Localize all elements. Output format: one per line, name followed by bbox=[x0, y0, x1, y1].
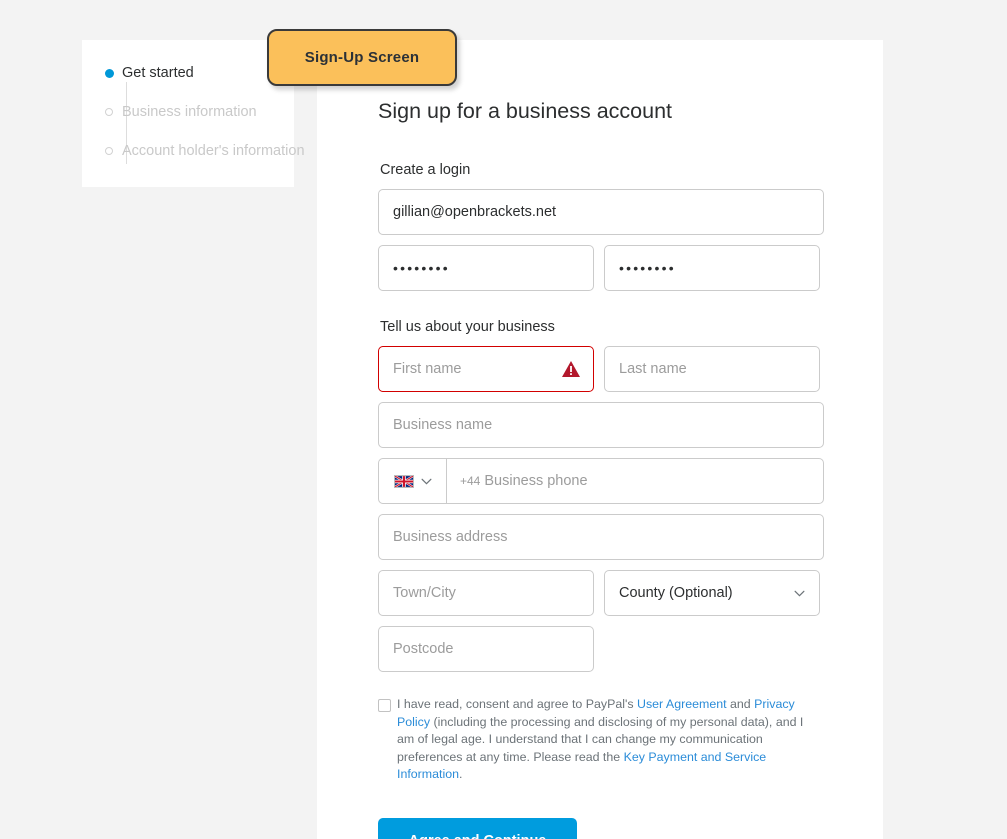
email-value: gillian@openbrackets.net bbox=[393, 204, 557, 220]
business-address-row: Business address bbox=[378, 514, 824, 560]
county-selected-value: County (Optional) bbox=[619, 585, 733, 601]
legal-consent-text: I have read, consent and agree to PayPal… bbox=[397, 696, 824, 784]
business-phone-field[interactable]: +44 Business phone bbox=[378, 458, 824, 504]
signup-page: Get started Business information Account… bbox=[0, 0, 1007, 839]
town-city-placeholder: Town/City bbox=[393, 585, 456, 601]
postcode-row: Postcode bbox=[378, 626, 824, 672]
first-name-placeholder: First name bbox=[393, 361, 462, 377]
sign-up-screen-callout: Sign-Up Screen bbox=[267, 29, 457, 86]
step-label-get-started: Get started bbox=[122, 65, 194, 81]
business-name-row: Business name bbox=[378, 402, 824, 448]
country-code-prefix: +44 bbox=[460, 474, 481, 488]
confirm-password-value: •••••••• bbox=[619, 260, 676, 276]
page-title: Sign up for a business account bbox=[378, 99, 673, 123]
uk-flag-icon bbox=[393, 474, 414, 488]
business-name-placeholder: Business name bbox=[393, 417, 493, 433]
sidebar-item-account-holder-information[interactable]: Account holder's information bbox=[100, 144, 305, 183]
business-section-label: Tell us about your business bbox=[380, 319, 555, 335]
business-address-field[interactable]: Business address bbox=[378, 514, 824, 560]
email-field[interactable]: gillian@openbrackets.net bbox=[378, 189, 824, 235]
step-label-business-information: Business information bbox=[122, 104, 257, 120]
legal-part-1: I have read, consent and agree to PayPal… bbox=[397, 697, 638, 711]
business-address-placeholder: Business address bbox=[393, 529, 508, 545]
legal-consent-block: I have read, consent and agree to PayPal… bbox=[378, 696, 824, 784]
email-row: gillian@openbrackets.net bbox=[378, 189, 824, 235]
signup-form-card: Sign up for a business account Create a … bbox=[317, 40, 883, 839]
create-login-label: Create a login bbox=[380, 162, 471, 178]
step-dot-active-icon bbox=[100, 66, 118, 78]
country-code-selector[interactable] bbox=[379, 459, 447, 503]
legal-part-4: . bbox=[458, 767, 463, 782]
name-row: First name Last name bbox=[378, 346, 824, 392]
business-phone-row: +44 Business phone bbox=[378, 458, 824, 504]
last-name-field[interactable]: Last name bbox=[604, 346, 820, 392]
business-phone-placeholder: Business phone bbox=[484, 473, 588, 489]
password-value: •••••••• bbox=[393, 260, 450, 276]
user-agreement-link[interactable]: User Agreement bbox=[637, 697, 727, 711]
business-phone-input[interactable]: +44 Business phone bbox=[447, 459, 823, 503]
password-row: •••••••• •••••••• bbox=[378, 245, 824, 291]
consent-checkbox[interactable] bbox=[378, 699, 391, 712]
step-dot-inactive-icon bbox=[100, 105, 118, 116]
chevron-down-icon bbox=[421, 478, 431, 485]
signup-form: Sign up for a business account Create a … bbox=[378, 98, 824, 839]
step-label-account-holder-information: Account holder's information bbox=[122, 143, 305, 159]
postcode-field[interactable]: Postcode bbox=[378, 626, 594, 672]
first-name-field[interactable]: First name bbox=[378, 346, 594, 392]
town-city-field[interactable]: Town/City bbox=[378, 570, 594, 616]
callout-label: Sign-Up Screen bbox=[304, 49, 420, 66]
town-county-row: Town/City County (Optional) bbox=[378, 570, 824, 616]
agree-and-continue-button[interactable]: Agree and Continue bbox=[378, 817, 577, 839]
password-field[interactable]: •••••••• bbox=[378, 245, 594, 291]
county-select[interactable]: County (Optional) bbox=[604, 570, 820, 616]
step-dot-inactive-icon bbox=[100, 144, 118, 155]
error-warning-icon bbox=[562, 361, 580, 377]
postcode-placeholder: Postcode bbox=[393, 641, 454, 657]
chevron-down-icon bbox=[794, 590, 805, 597]
legal-part-2: and bbox=[726, 697, 755, 711]
confirm-password-field[interactable]: •••••••• bbox=[604, 245, 820, 291]
sidebar-item-business-information[interactable]: Business information bbox=[100, 105, 305, 144]
business-name-field[interactable]: Business name bbox=[378, 402, 824, 448]
last-name-placeholder: Last name bbox=[619, 361, 687, 377]
signup-steps-card: Get started Business information Account… bbox=[82, 40, 305, 187]
